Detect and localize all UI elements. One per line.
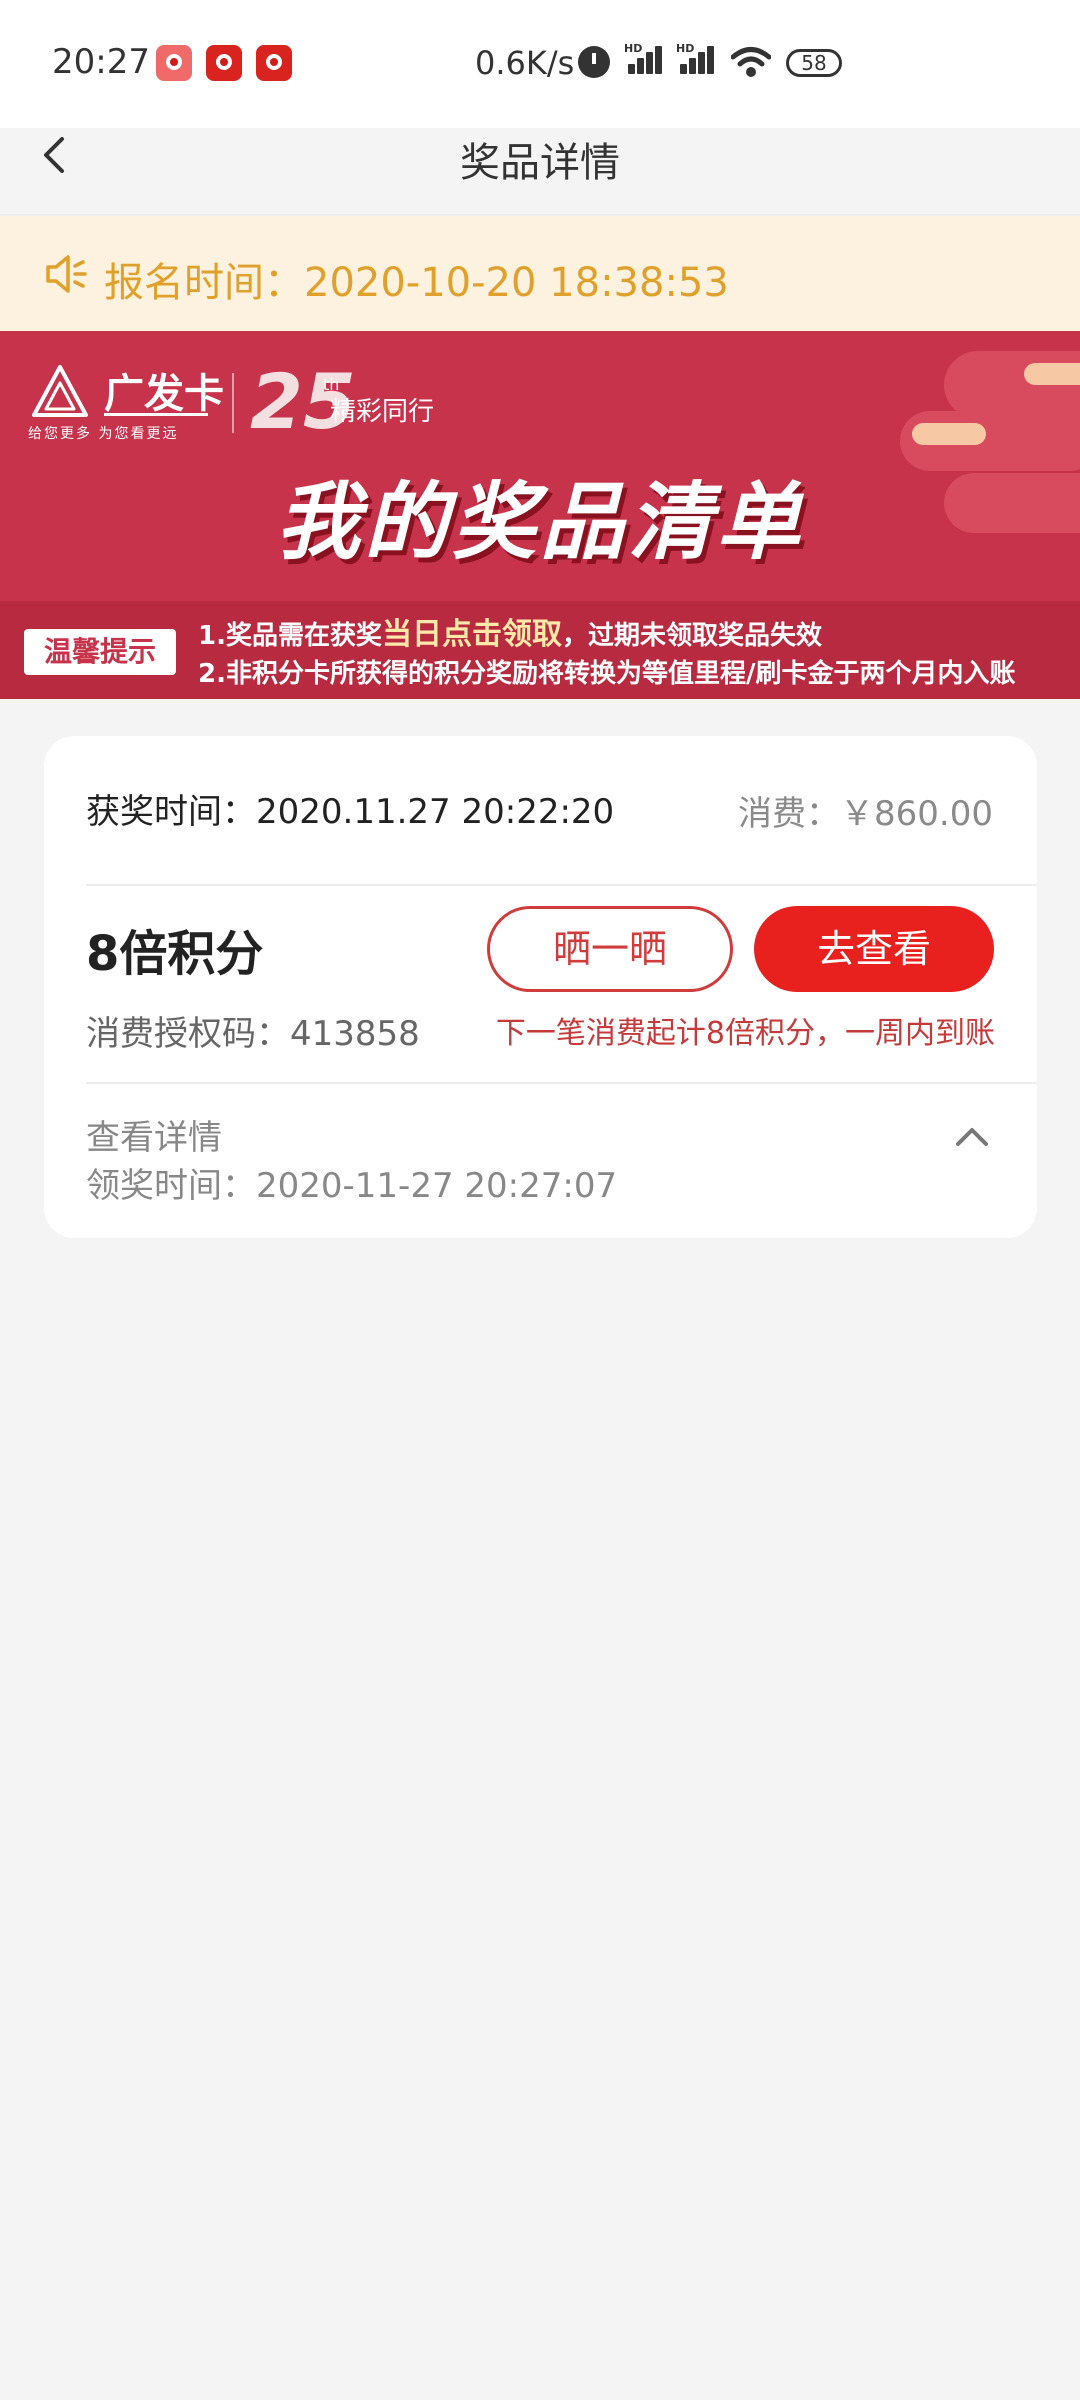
points-note: 下一笔消费起计8倍积分，一周内到账 xyxy=(495,1016,995,1051)
battery-icon: 58 xyxy=(786,49,842,77)
brand-underline xyxy=(104,413,208,416)
tip1-suffix: ，过期未领取奖品失效 xyxy=(561,621,822,651)
prize-card: 获奖时间：2020.11.27 20:22:20 消费：￥860.00 8倍积分… xyxy=(44,736,1037,1238)
signal-hd-label: HD xyxy=(676,42,695,55)
notification-app-icon xyxy=(206,45,242,81)
tip-line-2: 2.非积分卡所获得的积分奖励将转换为等值里程/刷卡金于两个月内入账 xyxy=(198,659,1016,689)
authorization-code: 消费授权码：413858 xyxy=(86,1014,420,1054)
award-time: 获奖时间：2020.11.27 20:22:20 xyxy=(86,792,615,832)
notification-app-icon xyxy=(156,45,192,81)
brand-separator xyxy=(232,373,234,433)
card-divider xyxy=(86,1082,1037,1084)
prize-name: 8倍积分 xyxy=(86,926,264,982)
card-divider xyxy=(86,884,1037,886)
network-speed: 0.6K/s xyxy=(475,44,575,82)
registration-time-text: 报名时间：2020-10-20 18:38:53 xyxy=(104,260,729,306)
tips-badge: 温馨提示 xyxy=(24,629,176,675)
bank-logo-icon xyxy=(32,365,88,417)
banner-decoration xyxy=(944,351,1080,419)
banner-title: 我的奖品清单 xyxy=(275,473,804,571)
tips-strip: 温馨提示 1.奖品需在获奖当日点击领取，过期未领取奖品失效 2.非积分卡所获得的… xyxy=(0,601,1080,699)
signal-hd-label: HD xyxy=(624,42,643,55)
bank-brand-name: 广发卡 xyxy=(104,371,224,417)
share-button[interactable]: 晒一晒 xyxy=(487,906,733,992)
bank-slogan: 给您更多 为您看更远 xyxy=(28,426,179,442)
wifi-icon xyxy=(731,47,771,77)
registration-notice: 报名时间：2020-10-20 18:38:53 xyxy=(0,216,1080,331)
banner-decoration xyxy=(912,423,986,445)
status-bar: 20:27 0.6K/s HD HD 58 xyxy=(0,0,1080,128)
tip-line-1: 1.奖品需在获奖当日点击领取，过期未领取奖品失效 xyxy=(198,609,822,653)
tip1-highlight: 当日点击领取 xyxy=(381,617,562,652)
speaker-icon xyxy=(46,255,87,293)
view-details-toggle[interactable]: 查看详情 xyxy=(86,1110,222,1159)
prize-list-banner: 广发卡 给您更多 为您看更远 25 th 精彩同行 我的奖品清单 温馨提示 1.… xyxy=(0,331,1080,699)
tip1-prefix: 1.奖品需在获奖 xyxy=(198,621,382,651)
banner-decoration xyxy=(1024,363,1080,385)
page-title: 奖品详情 xyxy=(460,140,620,186)
signal-icon: HD xyxy=(676,42,720,76)
spend-amount: 消费：￥860.00 xyxy=(738,794,993,834)
alarm-icon xyxy=(578,46,610,78)
chevron-up-icon[interactable] xyxy=(952,1118,992,1158)
view-button[interactable]: 去查看 xyxy=(754,906,994,992)
claim-time: 领奖时间：2020-11-27 20:27:07 xyxy=(86,1166,618,1206)
signal-icon: HD xyxy=(624,42,668,76)
status-time: 20:27 xyxy=(52,42,150,82)
anniversary-text: 精彩同行 xyxy=(330,397,435,427)
notification-app-icon xyxy=(256,45,292,81)
